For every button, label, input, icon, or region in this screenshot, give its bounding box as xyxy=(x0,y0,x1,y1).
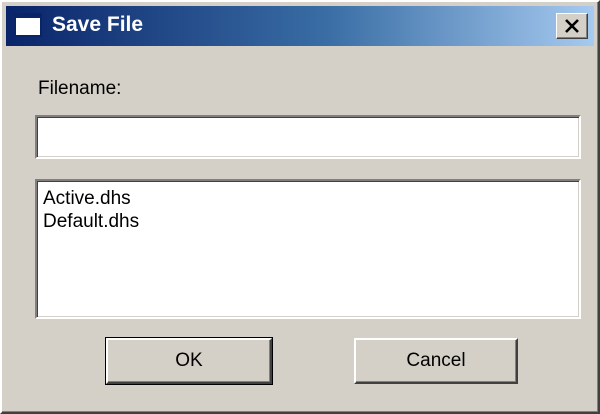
filename-input[interactable] xyxy=(35,115,581,159)
close-button[interactable] xyxy=(556,13,588,39)
ok-button[interactable]: OK xyxy=(105,337,273,385)
window-icon xyxy=(14,13,42,37)
save-file-dialog: Save File Filename: Active.dhs Default.d… xyxy=(0,0,600,414)
title-bar[interactable]: Save File xyxy=(6,6,594,46)
close-icon xyxy=(565,19,579,33)
list-item[interactable]: Default.dhs xyxy=(43,210,573,233)
file-list[interactable]: Active.dhs Default.dhs xyxy=(35,179,581,319)
window-title: Save File xyxy=(52,13,144,36)
filename-label: Filename: xyxy=(38,78,122,99)
cancel-button[interactable]: Cancel xyxy=(354,338,518,384)
list-item[interactable]: Active.dhs xyxy=(43,187,573,210)
